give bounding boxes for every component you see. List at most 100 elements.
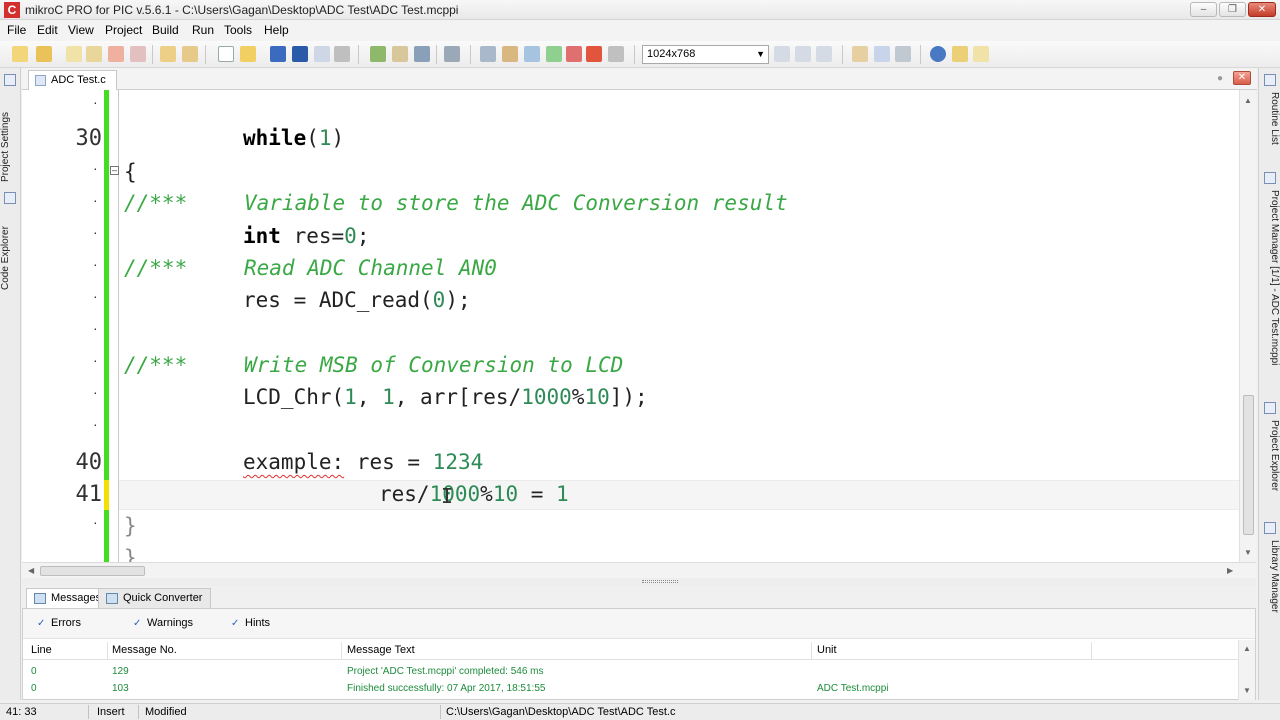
cell-message-no: 129 bbox=[112, 666, 129, 677]
open-icon[interactable] bbox=[240, 46, 256, 62]
tab-code-explorer[interactable]: Code Explorer bbox=[0, 210, 20, 290]
tab-project-manager[interactable]: Project Manager [1/1] - ADC Test.mcppi bbox=[1260, 172, 1280, 388]
column-divider[interactable] bbox=[107, 642, 108, 660]
new-project-icon[interactable] bbox=[12, 46, 28, 62]
layout-icon[interactable] bbox=[816, 46, 832, 62]
save-icon[interactable] bbox=[270, 46, 286, 62]
menu-edit[interactable]: Edit bbox=[37, 23, 58, 37]
column-divider[interactable] bbox=[341, 642, 342, 660]
resolution-select[interactable]: 1024x768 ▼ bbox=[642, 45, 769, 64]
toolbar-separator bbox=[842, 45, 843, 64]
search-icon[interactable] bbox=[952, 46, 968, 62]
scroll-down-icon[interactable]: ▼ bbox=[1243, 686, 1251, 695]
table-row[interactable]: 0 103 Finished successfully: 07 Apr 2017… bbox=[23, 681, 1238, 698]
menu-help[interactable]: Help bbox=[264, 23, 289, 37]
column-header-message-text[interactable]: Message Text bbox=[347, 644, 415, 656]
code-token: res = bbox=[344, 450, 433, 474]
tab-project-explorer[interactable]: Project Explorer bbox=[1260, 402, 1280, 502]
save-all-icon[interactable] bbox=[292, 46, 308, 62]
toolbar-separator bbox=[634, 45, 635, 64]
layout-icon[interactable] bbox=[774, 46, 790, 62]
messages-vertical-scrollbar[interactable]: ▲ ▼ bbox=[1238, 640, 1255, 700]
build-program-icon[interactable] bbox=[414, 46, 430, 62]
add-file-icon[interactable] bbox=[160, 46, 176, 62]
column-header-line[interactable]: Line bbox=[31, 644, 52, 656]
menu-build[interactable]: Build bbox=[152, 23, 179, 37]
number-literal: 10 bbox=[492, 482, 519, 506]
fold-toggle-icon[interactable]: – bbox=[110, 166, 119, 175]
step-over-icon[interactable] bbox=[524, 46, 540, 62]
build-all-icon[interactable] bbox=[392, 46, 408, 62]
tab-library-manager[interactable]: Library Manager bbox=[1260, 522, 1280, 622]
maximize-button[interactable]: ❐ bbox=[1219, 2, 1246, 17]
tab-quick-converter[interactable]: Quick Converter bbox=[98, 588, 212, 608]
menu-run[interactable]: Run bbox=[192, 23, 214, 37]
new-file-icon[interactable] bbox=[218, 46, 234, 62]
tab-adc-test-c[interactable]: ADC Test.c bbox=[28, 70, 117, 90]
open-project-icon[interactable] bbox=[36, 46, 52, 62]
tools-icon[interactable] bbox=[608, 46, 624, 62]
scroll-down-icon[interactable]: ▼ bbox=[1244, 548, 1252, 557]
run-icon[interactable] bbox=[480, 46, 496, 62]
number-literal: 0 bbox=[432, 288, 446, 312]
splitter-grip-icon[interactable] bbox=[642, 580, 678, 583]
build-icon[interactable] bbox=[370, 46, 386, 62]
menu-file[interactable]: File bbox=[7, 23, 26, 37]
panel-splitter[interactable] bbox=[22, 578, 1256, 586]
column-divider[interactable] bbox=[811, 642, 812, 660]
layout-icon[interactable] bbox=[795, 46, 811, 62]
tab-routine-list[interactable]: Routine List bbox=[1260, 74, 1280, 164]
scroll-right-icon[interactable]: ▶ bbox=[1227, 566, 1233, 575]
cell-line: 0 bbox=[31, 666, 37, 677]
close-window-button[interactable]: ✕ bbox=[1248, 2, 1276, 17]
scroll-up-icon[interactable]: ▲ bbox=[1244, 96, 1252, 105]
pin-icon[interactable]: ● bbox=[1217, 73, 1223, 84]
filter-hints-checkbox[interactable]: ✓ Hints bbox=[231, 617, 270, 629]
programmer-icon[interactable] bbox=[444, 46, 460, 62]
print-icon[interactable] bbox=[334, 46, 350, 62]
menu-tools[interactable]: Tools bbox=[224, 23, 252, 37]
tab-project-settings[interactable]: Project Settings bbox=[0, 92, 20, 182]
remove-icon[interactable] bbox=[130, 46, 146, 62]
edit-project-icon[interactable] bbox=[86, 46, 102, 62]
ascii-chart-icon[interactable] bbox=[852, 46, 868, 62]
info-icon[interactable] bbox=[973, 46, 989, 62]
comment-prefix: //*** bbox=[124, 256, 188, 280]
project-settings-icon[interactable] bbox=[66, 46, 82, 62]
filter-errors-checkbox[interactable]: ✓ Errors bbox=[37, 617, 81, 629]
toolbar-separator bbox=[436, 45, 437, 64]
minimize-button[interactable]: – bbox=[1190, 2, 1217, 17]
close-editor-button[interactable]: ✕ bbox=[1233, 71, 1251, 85]
column-divider[interactable] bbox=[1091, 642, 1092, 660]
step-into-icon[interactable] bbox=[502, 46, 518, 62]
editor-vertical-scrollbar[interactable]: ▲ ▼ bbox=[1239, 90, 1256, 562]
code-token: % bbox=[571, 385, 585, 409]
toolbar-separator bbox=[358, 45, 359, 64]
number-literal: 1 bbox=[382, 385, 395, 409]
usart-terminal-icon[interactable] bbox=[874, 46, 890, 62]
menu-project[interactable]: Project bbox=[105, 23, 142, 37]
help-icon[interactable] bbox=[930, 46, 946, 62]
code-token: , arr[res/ bbox=[394, 385, 522, 409]
scroll-thumb[interactable] bbox=[1243, 395, 1254, 535]
scroll-thumb[interactable] bbox=[40, 566, 145, 576]
table-row[interactable]: 0 129 Project 'ADC Test.mcppi' completed… bbox=[23, 664, 1238, 681]
column-header-unit[interactable]: Unit bbox=[817, 644, 837, 656]
step-out-icon[interactable] bbox=[546, 46, 562, 62]
seven-segment-icon[interactable] bbox=[895, 46, 911, 62]
menu-view[interactable]: View bbox=[68, 23, 94, 37]
check-icon: ✓ bbox=[231, 618, 240, 629]
column-header-message-no[interactable]: Message No. bbox=[112, 644, 177, 656]
remove-file-icon[interactable] bbox=[182, 46, 198, 62]
stop-debug-icon[interactable] bbox=[566, 46, 582, 62]
code-editor[interactable]: · 30 · · · · · · · · · 40 41 · – while(1… bbox=[22, 90, 1239, 562]
code-token: LCD_Chr( bbox=[243, 385, 345, 409]
filter-warnings-checkbox[interactable]: ✓ Warnings bbox=[133, 617, 193, 629]
debug-icon[interactable] bbox=[586, 46, 602, 62]
close-project-icon[interactable] bbox=[108, 46, 124, 62]
save-as-icon[interactable] bbox=[314, 46, 330, 62]
editor-horizontal-scrollbar[interactable]: ◀ ▶ bbox=[22, 562, 1256, 578]
number-literal: 1234 bbox=[432, 450, 484, 474]
scroll-left-icon[interactable]: ◀ bbox=[28, 566, 34, 575]
scroll-up-icon[interactable]: ▲ bbox=[1243, 644, 1251, 653]
